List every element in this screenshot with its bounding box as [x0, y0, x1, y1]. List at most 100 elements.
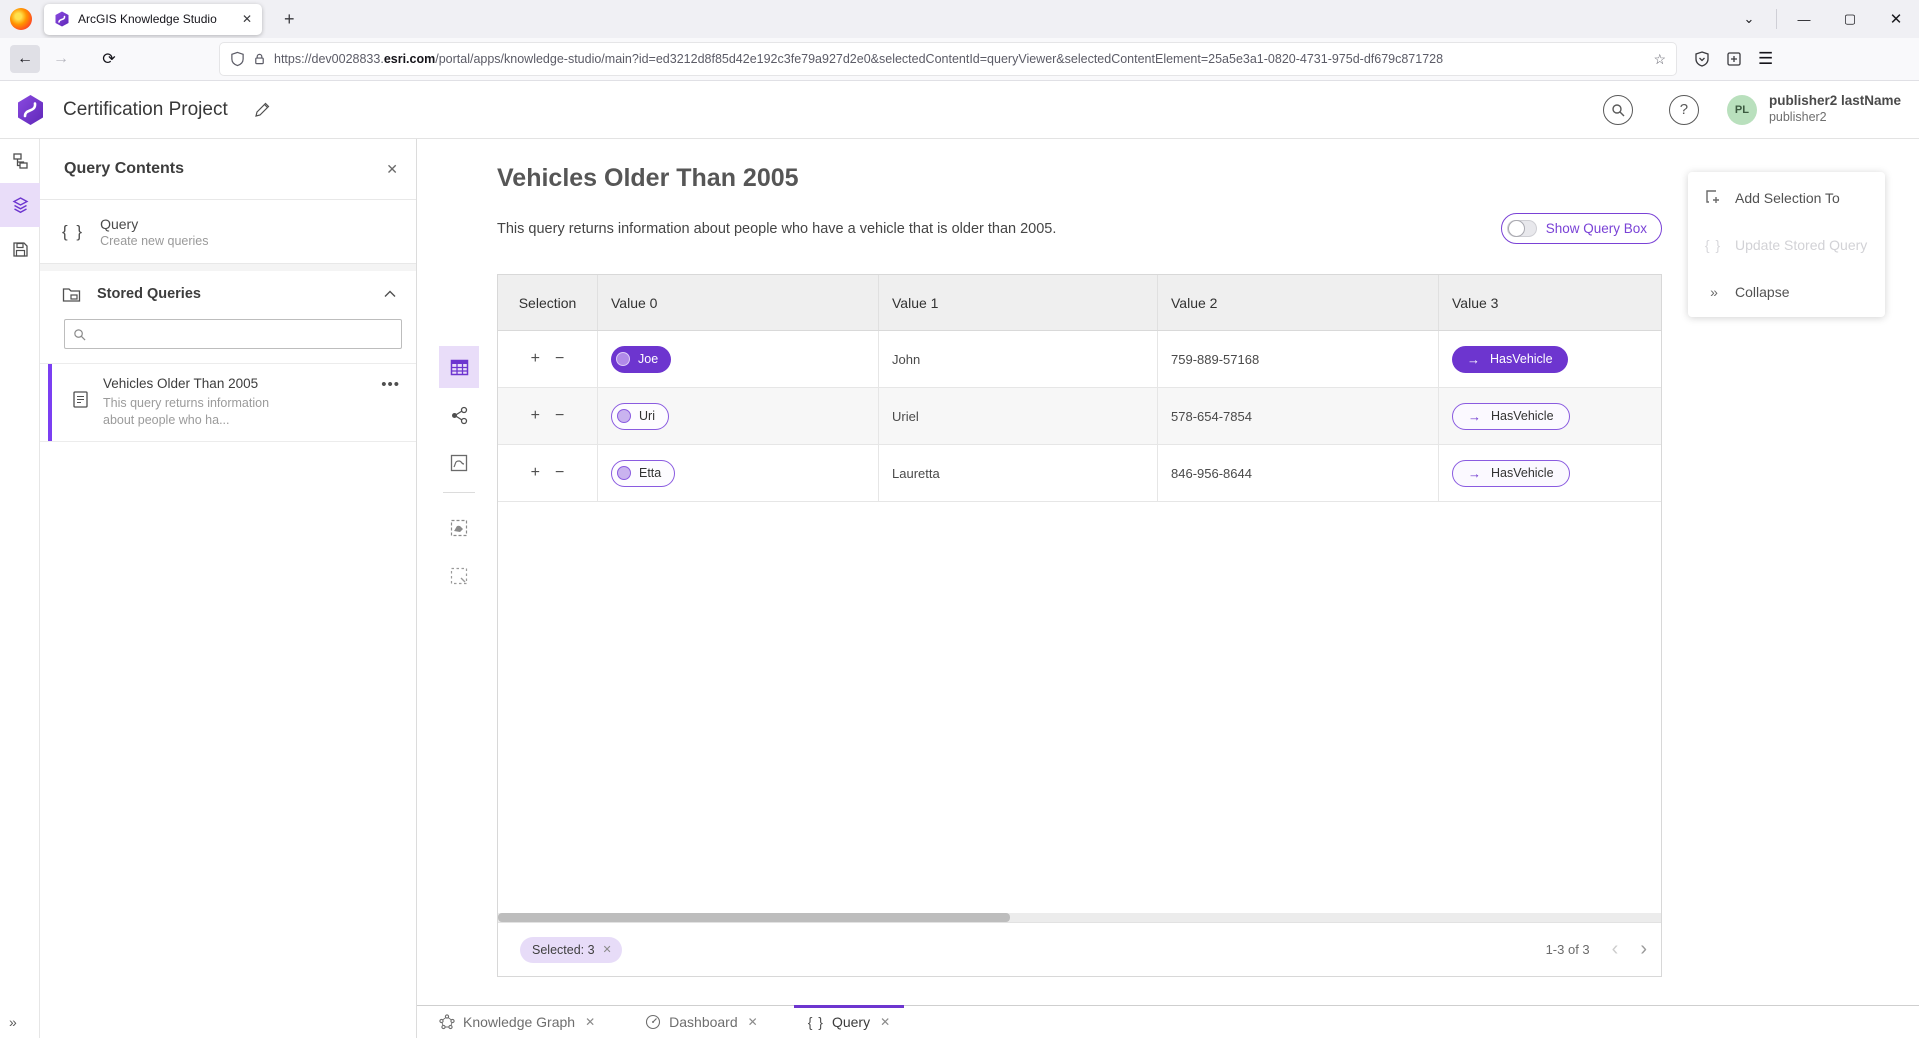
overflow-menu-icon[interactable]: ••• — [381, 376, 400, 429]
browser-nav-bar: ← → ⟳ https://dev0028833.esri.com/portal… — [0, 38, 1919, 81]
stored-queries-title: Stored Queries — [97, 286, 368, 302]
arrow-right-icon: → — [1468, 466, 1481, 481]
scrollbar-thumb[interactable] — [498, 913, 1010, 922]
relationship-pill[interactable]: →HasVehicle — [1452, 460, 1570, 487]
content-tab-bar: Knowledge Graph ✕ Dashboard ✕ { } Query … — [417, 1005, 1919, 1038]
tracking-shield-icon[interactable] — [230, 51, 245, 67]
menu-item-add-selection-to[interactable]: Add Selection To — [1688, 174, 1885, 221]
previous-page-icon[interactable]: ‹ — [1612, 938, 1619, 961]
entity-pill[interactable]: Etta — [611, 460, 675, 487]
entity-pill[interactable]: Joe — [611, 346, 671, 373]
entity-dot-icon — [617, 466, 631, 480]
tab-list-chevron-icon[interactable]: ⌄ — [1726, 11, 1772, 27]
browser-tab[interactable]: ArcGIS Knowledge Studio ✕ — [44, 4, 262, 35]
close-tab-icon[interactable]: ✕ — [880, 1015, 890, 1029]
collapse-section-chevron-icon[interactable] — [384, 290, 396, 298]
link-chart-view-button[interactable] — [439, 394, 479, 436]
horizontal-scrollbar[interactable] — [498, 913, 1661, 922]
column-header[interactable]: Value 3 — [1439, 275, 1661, 330]
tab-query[interactable]: { } Query ✕ — [794, 1006, 904, 1038]
arrow-right-icon: → — [1468, 409, 1481, 424]
add-to-selection-icon[interactable]: + — [531, 407, 540, 425]
url-bar[interactable]: https://dev0028833.esri.com/portal/apps/… — [220, 43, 1676, 75]
help-button[interactable]: ? — [1669, 95, 1699, 125]
column-header[interactable]: Selection — [498, 275, 598, 330]
app-logo[interactable] — [16, 94, 45, 126]
table-row: + − Joe John 759-889-57168 →HasVehicle — [498, 331, 1661, 388]
query-item-subtitle: Create new queries — [100, 234, 208, 248]
column-header[interactable]: Value 0 — [598, 275, 879, 330]
query-description: This query returns information about peo… — [497, 221, 1056, 237]
stored-query-list-item[interactable]: Vehicles Older Than 2005 This query retu… — [40, 363, 416, 442]
edit-pencil-icon[interactable] — [254, 101, 271, 118]
relationship-pill[interactable]: →HasVehicle — [1452, 346, 1568, 373]
query-item[interactable]: { } Query Create new queries — [40, 200, 416, 263]
toolstrip-divider — [443, 492, 475, 493]
add-to-selection-icon[interactable]: + — [531, 350, 540, 368]
menu-item-update-stored-query[interactable]: { } Update Stored Query — [1688, 221, 1885, 268]
link-chart-icon — [450, 406, 469, 425]
stored-queries-search[interactable] — [64, 319, 402, 349]
query-title: Vehicles Older Than 2005 — [497, 164, 799, 193]
query-contents-panel: Query Contents ✕ { } Query Create new qu… — [40, 139, 417, 1038]
tab-dashboard[interactable]: Dashboard ✕ — [631, 1006, 772, 1038]
add-selection-icon — [1705, 189, 1722, 206]
tab-knowledge-graph[interactable]: Knowledge Graph ✕ — [425, 1006, 609, 1038]
user-subtitle: publisher2 — [1769, 110, 1901, 126]
user-info[interactable]: publisher2 lastName publisher2 — [1769, 93, 1901, 126]
selected-indicator-bar — [48, 364, 52, 441]
menu-item-collapse[interactable]: » Collapse — [1688, 268, 1885, 315]
column-header[interactable]: Value 1 — [879, 275, 1158, 330]
table-row: + − Etta Lauretta 846-956-8644 →HasVehic… — [498, 445, 1661, 502]
search-button[interactable] — [1603, 95, 1633, 125]
pocket-icon[interactable] — [1694, 51, 1710, 67]
query-item-title: Query — [100, 216, 208, 232]
remove-from-selection-icon[interactable]: − — [555, 350, 564, 368]
panel-close-icon[interactable]: ✕ — [386, 161, 398, 178]
lock-icon[interactable] — [253, 52, 266, 66]
layers-icon — [11, 196, 30, 215]
back-button[interactable]: ← — [10, 45, 40, 73]
forward-button[interactable]: → — [46, 45, 76, 73]
rail-item-data-model[interactable] — [0, 139, 40, 183]
browser-tab-bar: ArcGIS Knowledge Studio ✕ + ⌄ — ▢ ✕ — [0, 0, 1919, 38]
remove-from-selection-icon[interactable]: − — [555, 464, 564, 482]
minimize-icon[interactable]: — — [1781, 12, 1827, 27]
rail-item-save[interactable] — [0, 227, 40, 271]
map-view-button[interactable] — [439, 442, 479, 484]
window-close-icon[interactable]: ✕ — [1873, 10, 1919, 28]
stored-queries-header[interactable]: Stored Queries — [40, 271, 416, 317]
maximize-icon[interactable]: ▢ — [1827, 11, 1873, 27]
toggle-track[interactable] — [1507, 220, 1537, 237]
remove-from-selection-icon[interactable]: − — [555, 407, 564, 425]
table-view-button[interactable] — [439, 346, 479, 388]
tab-close-icon[interactable]: ✕ — [240, 12, 254, 26]
dashboard-icon — [645, 1014, 661, 1030]
menu-hamburger-icon[interactable]: ☰ — [1758, 49, 1773, 69]
avatar[interactable]: PL — [1727, 95, 1757, 125]
add-to-selection-icon[interactable]: + — [531, 464, 540, 482]
reload-button[interactable]: ⟳ — [94, 45, 124, 73]
clear-selection-icon[interactable]: ✕ — [603, 943, 612, 956]
entity-pill[interactable]: Uri — [611, 403, 669, 430]
save-icon — [12, 241, 29, 258]
relationship-pill[interactable]: →HasVehicle — [1452, 403, 1570, 430]
library-icon[interactable] — [1726, 51, 1742, 67]
url-text: https://dev0028833.esri.com/portal/apps/… — [274, 52, 1645, 66]
next-page-icon[interactable]: › — [1640, 938, 1647, 961]
select-tool-button[interactable] — [439, 555, 479, 597]
close-tab-icon[interactable]: ✕ — [585, 1015, 595, 1029]
rail-item-contents[interactable] — [0, 183, 40, 227]
search-input[interactable] — [94, 327, 393, 342]
show-query-box-toggle[interactable]: Show Query Box — [1501, 213, 1662, 244]
new-tab-icon[interactable]: + — [284, 9, 295, 30]
column-header[interactable]: Value 2 — [1158, 275, 1439, 330]
view-toolstrip — [439, 346, 479, 603]
bookmark-star-icon[interactable]: ☆ — [1653, 51, 1666, 68]
selected-count-chip[interactable]: Selected: 3 ✕ — [520, 937, 622, 963]
close-tab-icon[interactable]: ✕ — [748, 1015, 758, 1029]
expand-rail-icon[interactable]: » — [9, 1014, 15, 1030]
firefox-icon[interactable] — [10, 8, 32, 30]
data-model-icon — [11, 152, 29, 170]
add-to-map-button[interactable] — [439, 507, 479, 549]
